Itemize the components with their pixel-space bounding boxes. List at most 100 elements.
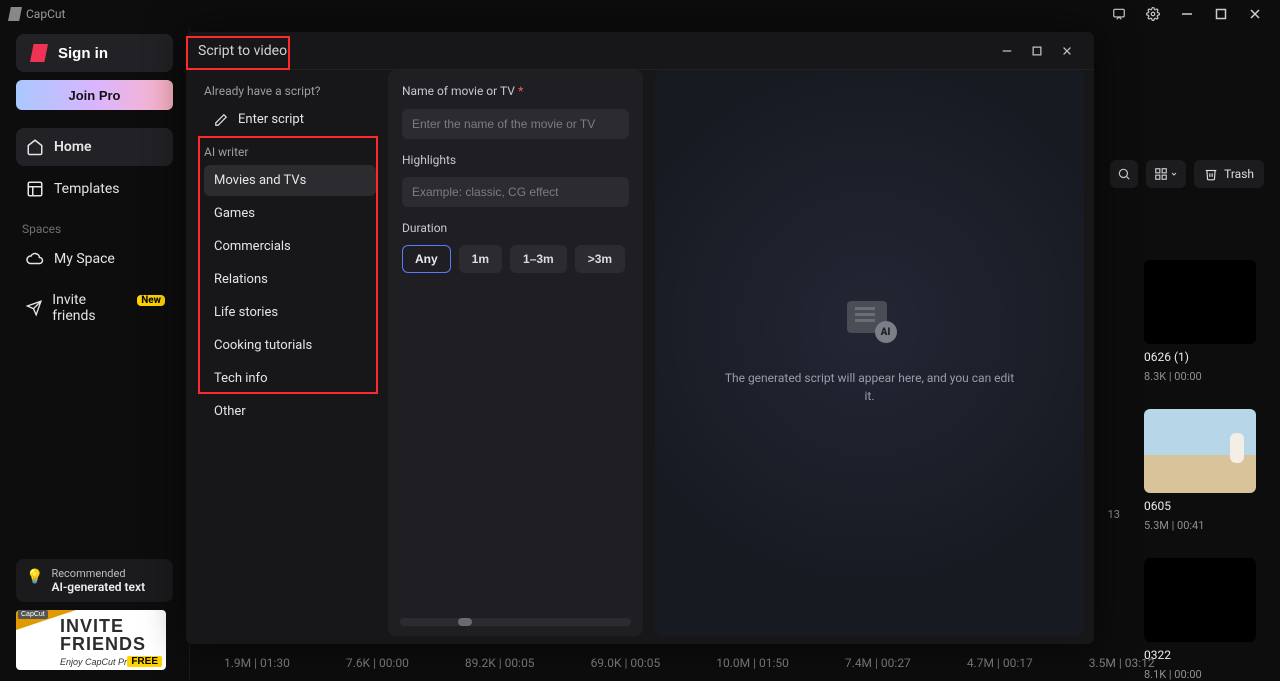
project-meta-partial: 13 <box>1108 508 1120 521</box>
preview-placeholder-text: The generated script will appear here, a… <box>720 369 1020 405</box>
home-icon <box>26 138 44 156</box>
category-games[interactable]: Games <box>204 198 376 229</box>
modal-title: Script to video <box>198 43 287 59</box>
enter-script-button[interactable]: Enter script <box>204 104 376 135</box>
project-stats-row: 1.9M | 01:30 7.6K | 00:00 89.2K | 00:05 … <box>200 656 1264 670</box>
stat-item: 4.7M | 00:17 <box>967 656 1033 670</box>
project-thumbnail <box>1144 558 1256 642</box>
category-commercials[interactable]: Commercials <box>204 231 376 262</box>
project-meta: 5.3M | 00:41 <box>1144 519 1264 532</box>
project-card[interactable]: 0626 (1) 8.3K | 00:00 <box>1144 260 1264 383</box>
modal-close-icon[interactable] <box>1052 37 1082 65</box>
pencil-icon <box>214 113 228 127</box>
category-label: Movies and TVs <box>214 173 306 188</box>
nav-templates[interactable]: Templates <box>16 170 173 208</box>
movie-name-input[interactable] <box>402 109 629 139</box>
stat-item: 1.9M | 01:30 <box>224 656 290 670</box>
duration-1-3m[interactable]: 1–3m <box>510 245 567 273</box>
ai-writer-label: AI writer <box>198 145 376 165</box>
category-label: Cooking tutorials <box>214 338 312 353</box>
sign-in-label: Sign in <box>58 45 108 62</box>
stat-item: 89.2K | 00:05 <box>465 656 535 670</box>
category-cooking[interactable]: Cooking tutorials <box>204 330 376 361</box>
view-mode-dropdown[interactable] <box>1146 160 1186 188</box>
ai-badge: AI <box>875 321 897 343</box>
project-thumbnail <box>1144 409 1256 493</box>
duration-label: Duration <box>402 221 629 235</box>
duration-gt3m[interactable]: >3m <box>575 245 625 273</box>
ai-document-icon: AI <box>847 301 893 341</box>
duration-1m[interactable]: 1m <box>459 245 502 273</box>
lightbulb-icon: 💡 <box>26 569 43 585</box>
required-indicator: * <box>518 84 523 98</box>
nav-my-space-label: My Space <box>54 251 115 267</box>
capcut-logo-icon <box>30 44 48 62</box>
scrollbar-horizontal[interactable] <box>400 618 631 626</box>
stat-item: 3.5M | 03:12 <box>1089 656 1155 670</box>
spaces-section-label: Spaces <box>22 222 173 236</box>
app-logo: CapCut <box>8 7 65 21</box>
modal-minimize-icon[interactable] <box>992 37 1022 65</box>
window-close-icon[interactable] <box>1238 0 1272 28</box>
nav-invite-friends[interactable]: Invite friends New <box>16 282 173 334</box>
rec-line1: Recommended <box>51 567 145 580</box>
category-relations[interactable]: Relations <box>204 264 376 295</box>
invite-friends-banner[interactable]: CapCut INVITE FRIENDS Enjoy CapCut Pro f… <box>16 610 166 670</box>
nav-my-space[interactable]: My Space <box>16 240 173 278</box>
project-title: 0605 <box>1144 499 1264 513</box>
category-label: Tech info <box>214 371 268 386</box>
modal-header: Script to video <box>186 32 1094 70</box>
duration-any[interactable]: Any <box>402 245 451 273</box>
titlebar: CapCut <box>0 0 1280 28</box>
settings-gear-icon[interactable] <box>1136 0 1170 28</box>
category-label: Life stories <box>214 305 278 320</box>
category-life-stories[interactable]: Life stories <box>204 297 376 328</box>
banner-brand-tag: CapCut <box>18 610 48 619</box>
nav-home-label: Home <box>54 139 92 155</box>
search-icon[interactable] <box>1110 160 1138 188</box>
cloud-icon <box>26 250 44 268</box>
category-tech-info[interactable]: Tech info <box>204 363 376 394</box>
stat-item: 10.0M | 01:50 <box>716 656 789 670</box>
project-card[interactable]: 0605 5.3M | 00:41 <box>1144 409 1264 532</box>
script-source-panel: Already have a script? Enter script AI w… <box>186 70 376 636</box>
modal-maximize-icon[interactable] <box>1022 37 1052 65</box>
project-meta: 8.3K | 00:00 <box>1144 370 1264 383</box>
sign-in-button[interactable]: Sign in <box>16 34 173 72</box>
new-badge: New <box>137 295 165 306</box>
window-minimize-icon[interactable] <box>1170 0 1204 28</box>
nav-invite-label: Invite friends <box>52 292 125 324</box>
chat-icon[interactable] <box>1102 0 1136 28</box>
window-maximize-icon[interactable] <box>1204 0 1238 28</box>
highlights-input[interactable] <box>402 177 629 207</box>
logo-mark-icon <box>8 7 22 21</box>
script-form: Name of movie or TV * Highlights Duratio… <box>388 70 643 636</box>
trash-label: Trash <box>1224 167 1254 181</box>
category-label: Games <box>214 206 255 221</box>
enter-script-label: Enter script <box>238 112 304 127</box>
free-tag: FREE <box>127 656 162 667</box>
script-to-video-modal: Script to video Already have a script? E… <box>186 32 1094 644</box>
highlights-label: Highlights <box>402 153 629 167</box>
category-label: Commercials <box>214 239 291 254</box>
category-movies-tvs[interactable]: Movies and TVs <box>204 165 376 196</box>
movie-name-label: Name of movie or TV <box>402 84 515 98</box>
recommendation-box[interactable]: 💡 Recommended AI-generated text <box>16 559 173 602</box>
nav-home[interactable]: Home <box>16 128 173 166</box>
already-have-script-label: Already have a script? <box>198 84 376 104</box>
category-other[interactable]: Other <box>204 396 376 427</box>
category-label: Relations <box>214 272 268 287</box>
banner-line2: FRIENDS <box>60 634 146 655</box>
brand-name: CapCut <box>26 7 65 21</box>
stat-item: 7.6K | 00:00 <box>346 656 409 670</box>
send-icon <box>26 299 42 317</box>
join-pro-button[interactable]: Join Pro <box>16 80 173 110</box>
stat-item: 7.4M | 00:27 <box>845 656 911 670</box>
script-preview-panel: AI The generated script will appear here… <box>655 70 1084 636</box>
category-label: Other <box>214 404 246 419</box>
project-title: 0626 (1) <box>1144 350 1264 364</box>
project-thumbnail <box>1144 260 1256 344</box>
sidebar: Sign in Join Pro Home Templates Spaces M… <box>0 28 190 680</box>
nav-templates-label: Templates <box>54 181 120 197</box>
trash-button[interactable]: Trash <box>1194 160 1264 188</box>
